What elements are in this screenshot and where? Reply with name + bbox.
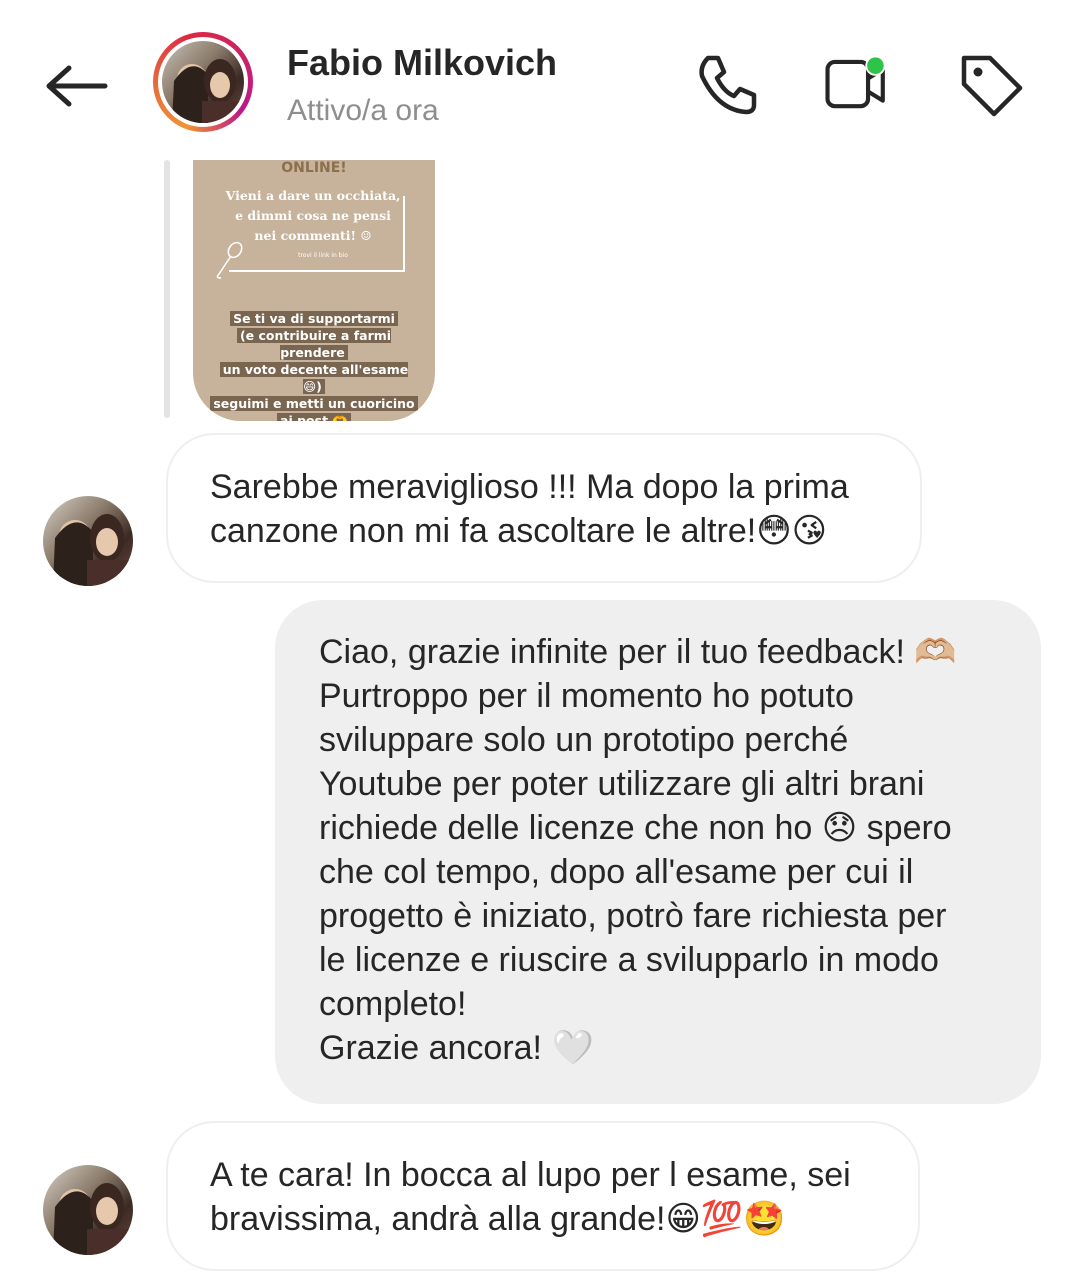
message-bubble-incoming[interactable]: Sarebbe meraviglioso !!! Ma dopo la prim… (166, 433, 922, 583)
message-text: A te cara! In bocca al lupo per l esame,… (210, 1156, 851, 1238)
back-button[interactable] (42, 54, 112, 118)
chat-header: Fabio Milkovich Attivo/a ora (0, 0, 1080, 160)
story-small-text: trovi il link in bio (298, 252, 348, 259)
story-reply-indicator (164, 160, 170, 418)
tag-icon (961, 55, 1023, 117)
story-sticker: Se ti va di supportarmi (e contribuire a… (207, 310, 421, 421)
story-thumbnail[interactable]: ONLINE! Vieni a dare un occhiata, e dimm… (193, 160, 435, 421)
phone-icon (699, 55, 757, 115)
story-online-text: ONLINE! (281, 160, 347, 176)
video-call-icon (825, 55, 886, 109)
sender-avatar[interactable] (43, 496, 133, 586)
message-bubble-incoming[interactable]: A te cara! In bocca al lupo per l esame,… (166, 1121, 920, 1271)
story-caption: Vieni a dare un occhiata, e dimmi cosa n… (225, 188, 401, 243)
sender-avatar[interactable] (43, 1165, 133, 1255)
contact-avatar[interactable] (153, 32, 253, 132)
contact-name[interactable]: Fabio Milkovich (287, 42, 557, 84)
message-text: Sarebbe meraviglioso !!! Ma dopo la prim… (210, 468, 849, 550)
chat-screen: Fabio Milkovich Attivo/a ora ONLINE! Vie… (0, 0, 1080, 1286)
online-dot-icon (867, 57, 884, 74)
audio-call-button[interactable] (692, 50, 762, 120)
avatar-photo (162, 41, 244, 123)
tag-button[interactable] (956, 50, 1026, 120)
back-arrow-icon (46, 65, 108, 107)
message-text: Ciao, grazie infinite per il tuo feedbac… (319, 633, 957, 1067)
contact-status: Attivo/a ora (287, 94, 439, 127)
video-call-button[interactable] (822, 50, 892, 120)
message-bubble-outgoing[interactable]: Ciao, grazie infinite per il tuo feedbac… (275, 600, 1041, 1104)
microphone-icon (216, 241, 243, 279)
